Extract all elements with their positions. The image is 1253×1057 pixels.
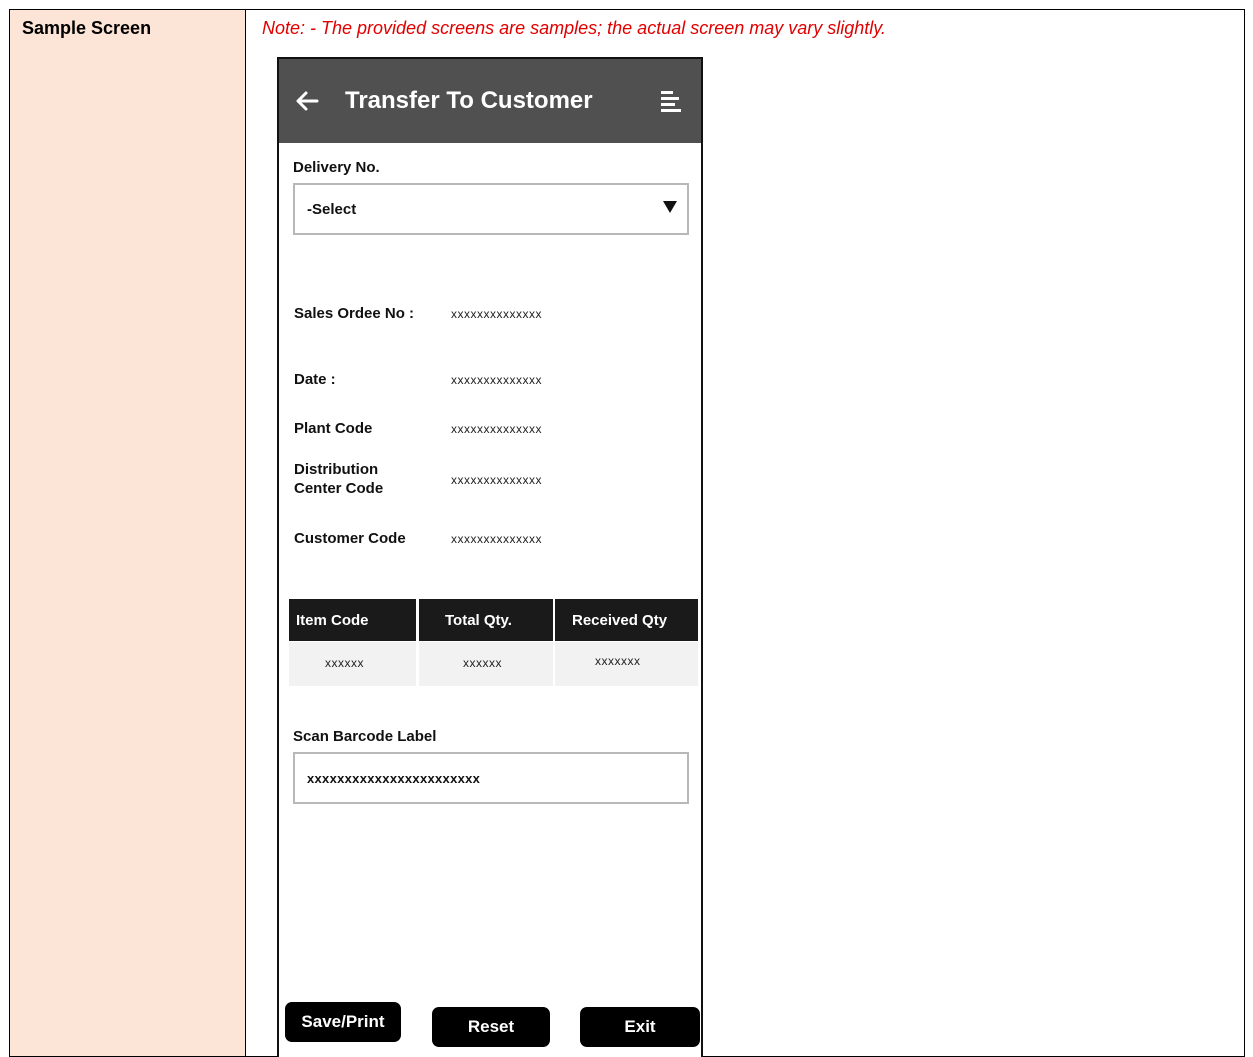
customer-code-label: Customer Code	[294, 530, 406, 547]
table-row: xxxxxxx	[555, 642, 698, 686]
menu-lines-icon[interactable]	[659, 89, 683, 113]
sample-screen-label: Sample Screen	[22, 18, 152, 38]
delivery-no-label: Delivery No.	[293, 159, 380, 176]
received-qty-cell: xxxxxxx	[595, 654, 641, 668]
reset-button[interactable]: Reset	[432, 1007, 550, 1047]
date-label: Date :	[294, 371, 336, 388]
phone-screen: Transfer To Customer Delivery No. -Selec…	[277, 57, 703, 1057]
caret-down-icon	[663, 201, 677, 213]
scan-barcode-label: Scan Barcode Label	[293, 728, 437, 745]
received-qty-header: Received Qty	[555, 599, 698, 641]
table-row: xxxxxx	[289, 642, 416, 686]
date-value: xxxxxxxxxxxxxx	[451, 373, 542, 387]
arrow-left-icon[interactable]	[293, 87, 321, 115]
distribution-center-code-label: Distribution Center Code	[294, 461, 384, 497]
sales-order-value: xxxxxxxxxxxxxx	[451, 307, 542, 321]
total-qty-cell: xxxxxx	[463, 656, 502, 670]
delivery-no-select[interactable]: -Select	[293, 183, 689, 235]
barcode-input[interactable]: xxxxxxxxxxxxxxxxxxxxxxx	[293, 752, 689, 804]
distribution-center-code-value: xxxxxxxxxxxxxx	[451, 473, 542, 487]
total-qty-header: Total Qty.	[419, 599, 553, 641]
item-code-header-text: Item Code	[296, 612, 369, 629]
plant-code-label: Plant Code	[294, 420, 373, 437]
item-code-header: Item Code	[289, 599, 416, 641]
total-qty-header-text: Total Qty.	[445, 612, 512, 629]
delivery-no-selected-value: -Select	[307, 201, 357, 218]
sample-note: Note: - The provided screens are samples…	[262, 18, 886, 38]
save-print-button[interactable]: Save/Print	[285, 1002, 401, 1042]
table-row: xxxxxx	[419, 642, 553, 686]
screen-title: Transfer To Customer	[345, 87, 593, 114]
exit-button[interactable]: Exit	[580, 1007, 700, 1047]
plant-code-value: xxxxxxxxxxxxxx	[451, 422, 542, 436]
item-code-cell: xxxxxx	[325, 656, 364, 670]
sales-order-label: Sales Ordee No :	[294, 305, 415, 322]
customer-code-value: xxxxxxxxxxxxxx	[451, 532, 542, 546]
label-column: Sample Screen	[10, 10, 246, 1056]
barcode-input-value: xxxxxxxxxxxxxxxxxxxxxxx	[307, 771, 481, 786]
received-qty-header-text: Received Qty	[572, 612, 668, 629]
app-bar: Transfer To Customer	[279, 59, 701, 143]
